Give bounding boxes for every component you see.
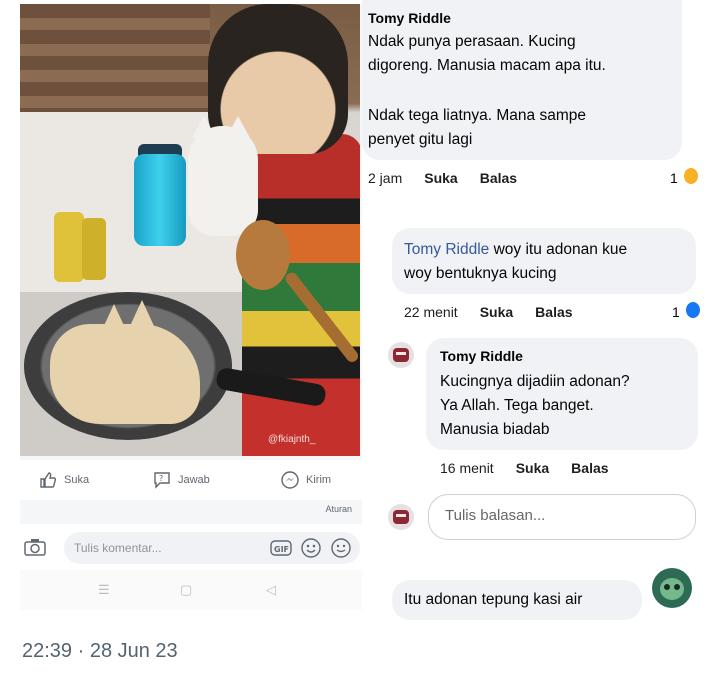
post-action-bar: Suka ? Jawab Kirim	[20, 460, 366, 500]
reply-input-placeholder: Tulis balasan...	[445, 507, 546, 524]
photo-post: @fkiajnth_ Suka ? Jawab Kirim Aturan Tul…	[20, 4, 366, 610]
photo-water-bottle	[134, 154, 186, 246]
reply-link[interactable]: Balas	[571, 460, 608, 476]
answer-action-button[interactable]: ? Jawab	[152, 470, 210, 490]
avatar[interactable]	[652, 568, 692, 608]
mention-link[interactable]: Tomy Riddle	[404, 241, 489, 258]
comment-text-line: Ndak tega liatnya. Mana sampe	[368, 107, 586, 124]
comment-composer: Tulis komentar... GIF	[20, 524, 366, 570]
gif-icon-label: GIF	[274, 545, 289, 554]
reply-text-line: Ya Allah. Tega banget.	[440, 397, 594, 414]
reply-text-line: Manusia biadab	[440, 421, 550, 438]
comment-text-line: Ndak punya perasaan. Kucing	[368, 33, 576, 50]
photo-oil-bottle	[54, 212, 84, 282]
like-action-label: Suka	[64, 474, 90, 486]
svg-text:?: ?	[159, 474, 163, 483]
reply-link[interactable]: Balas	[535, 304, 572, 320]
comment-input-icons: GIF	[270, 537, 352, 559]
aturan-link[interactable]: Aturan	[325, 504, 352, 514]
reply-bubble: Tomy Riddle woy itu adonan kue woy bentu…	[392, 228, 696, 294]
comment-text-line: penyet gitu lagi	[368, 131, 473, 148]
like-link[interactable]: Suka	[424, 170, 457, 186]
like-reaction-icon	[686, 302, 700, 318]
comment-input[interactable]: Tulis komentar... GIF	[64, 532, 360, 564]
comment-author[interactable]: Tomy Riddle	[368, 10, 451, 26]
comment-meta: 2 jam Suka Balas	[368, 170, 517, 186]
messenger-icon	[281, 471, 299, 489]
reply-link[interactable]: Balas	[480, 170, 517, 186]
comment-bubble: Tomy Riddle Ndak punya perasaan. Kucing …	[362, 0, 682, 160]
photo-watermark: @fkiajnth_	[268, 434, 316, 445]
sticker-icon[interactable]	[300, 537, 322, 559]
photo-oil-bottle-2	[82, 218, 106, 280]
reply-input[interactable]: Tulis balasan...	[428, 494, 696, 540]
reaction-count[interactable]: 1	[670, 170, 678, 186]
photo-cat-shaped-dough	[50, 324, 200, 424]
comment-time: 22 menit	[404, 304, 458, 320]
avatar[interactable]	[388, 342, 414, 368]
back-button-icon[interactable]: ◁	[266, 582, 276, 598]
emoji-icon[interactable]	[330, 537, 352, 559]
comment-text-line: digoreng. Manusia macam apa itu.	[368, 57, 606, 74]
like-action-button[interactable]: Suka	[38, 470, 89, 490]
recent-apps-icon[interactable]: ☰	[98, 582, 110, 598]
comment-meta: 16 menit Suka Balas	[440, 460, 609, 476]
answer-icon: ?	[154, 472, 170, 489]
comment-time: 16 menit	[440, 460, 494, 476]
avatar[interactable]	[388, 504, 414, 530]
photo-dough-ear	[130, 300, 154, 326]
gif-icon[interactable]: GIF	[270, 537, 292, 559]
photo-wooden-spoon	[236, 220, 290, 290]
reply-text-rest: woy itu adonan kue	[489, 241, 628, 258]
send-action-button[interactable]: Kirim	[280, 470, 331, 490]
comment-thread: Tomy Riddle Ndak punya perasaan. Kucing …	[362, 0, 700, 620]
like-link[interactable]: Suka	[480, 304, 513, 320]
reply-bubble: Tomy Riddle Kucingnya dijadiin adonan? Y…	[426, 338, 698, 450]
thumbs-up-icon	[40, 472, 57, 488]
comment-text-line: Itu adonan tepung kasi air	[404, 591, 583, 608]
camera-icon[interactable]	[24, 538, 46, 556]
comment-bubble: Itu adonan tepung kasi air	[392, 580, 642, 620]
android-nav-bar: ☰ ▢ ◁	[20, 570, 366, 610]
reaction-count[interactable]: 1	[672, 304, 680, 320]
reply-text-line: Tomy Riddle woy itu adonan kue	[404, 238, 627, 262]
photo-shelf	[20, 4, 210, 112]
comment-author[interactable]: Tomy Riddle	[440, 348, 523, 364]
answer-action-label: Jawab	[178, 474, 210, 486]
comment-meta: 22 menit Suka Balas	[404, 304, 573, 320]
comment-time: 2 jam	[368, 170, 403, 186]
haha-reaction-icon	[684, 168, 698, 184]
like-link[interactable]: Suka	[516, 460, 549, 476]
home-button-icon[interactable]: ▢	[180, 582, 192, 598]
reply-text-line: woy bentuknya kucing	[404, 265, 557, 282]
post-photo[interactable]: @fkiajnth_	[20, 4, 360, 456]
send-action-label: Kirim	[306, 474, 332, 486]
reply-text-line: Kucingnya dijadiin adonan?	[440, 373, 630, 390]
tweet-timestamp[interactable]: 22:39 · 28 Jun 23	[22, 640, 178, 663]
comment-input-placeholder: Tulis komentar...	[74, 541, 162, 555]
photo-white-cat	[188, 126, 258, 236]
